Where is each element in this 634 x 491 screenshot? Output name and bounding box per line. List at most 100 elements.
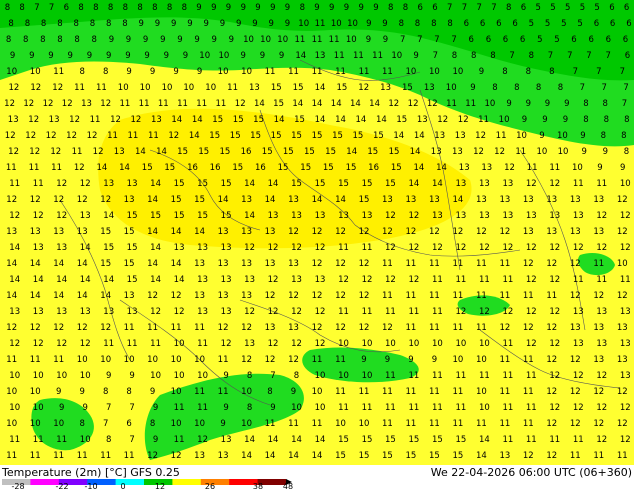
temperature-value: 13 — [30, 227, 41, 237]
temperature-value: 7 — [106, 403, 111, 413]
temperature-value: 11 — [502, 403, 513, 413]
temperature-value: 6 — [503, 35, 508, 45]
temperature-value: 10 — [171, 419, 182, 429]
temperature-value: 14 — [77, 259, 88, 269]
temperature-value: 7 — [433, 51, 438, 61]
temperature-value: 6 — [417, 3, 422, 13]
temperature-value: 11 — [194, 323, 205, 333]
temperature-value: 9 — [223, 403, 228, 413]
temperature-value: 5 — [594, 3, 599, 13]
temperature-value: 11 — [288, 419, 299, 429]
temperature-value: 14 — [295, 51, 306, 61]
temperature-value: 13 — [56, 307, 67, 317]
temperature-value: 15 — [300, 163, 311, 173]
temperature-value: 8 — [152, 3, 157, 13]
temperature-value: 11 — [596, 275, 607, 285]
temperature-value: 12 — [288, 227, 299, 237]
temperature-value: 9 — [109, 35, 114, 45]
temperature-value: 10 — [80, 371, 91, 381]
temperature-field: 8877688888888999999989999988667777865555… — [0, 0, 634, 465]
temperature-value: 6 — [520, 35, 525, 45]
temperature-value: 15 — [221, 179, 232, 189]
temperature-value: 13 — [570, 227, 581, 237]
temperature-value: 12 — [620, 243, 631, 253]
temperature-value: 10 — [338, 339, 349, 349]
temperature-value: 9 — [79, 387, 84, 397]
temperature-value: 11 — [499, 291, 510, 301]
temperature-value: 14 — [96, 163, 107, 173]
temperature-value: 9 — [408, 355, 413, 365]
temperature-value: 8 — [122, 19, 127, 29]
temperature-value: 8 — [106, 19, 111, 29]
temperature-value: 6 — [588, 35, 593, 45]
temperature-value: 15 — [359, 195, 370, 205]
temperature-value: 12 — [358, 83, 369, 93]
temperature-value: 15 — [432, 435, 443, 445]
temperature-value: 8 — [431, 19, 436, 29]
temperature-value: 12 — [405, 227, 416, 237]
temperature-value: 12 — [546, 419, 557, 429]
temperature-value: 14 — [413, 163, 424, 173]
temperature-value: 15 — [197, 211, 208, 221]
temperature-value: 15 — [315, 179, 326, 189]
temperature-value: 14 — [315, 435, 326, 445]
temperature-value: 7 — [509, 51, 514, 61]
temperature-value: 11 — [174, 403, 185, 413]
temperature-value: 11 — [77, 451, 88, 461]
temperature-value: 14 — [77, 291, 88, 301]
temperature-value: 10 — [241, 419, 252, 429]
temperature-value: 15 — [408, 435, 419, 445]
temperature-value: 11 — [617, 451, 628, 461]
temperature-value: 11 — [127, 339, 138, 349]
temperature-value: 15 — [455, 435, 466, 445]
temperature-value: 7 — [476, 3, 481, 13]
temperature-value: 12 — [549, 403, 560, 413]
temperature-value: 12 — [620, 435, 631, 445]
temperature-value: 11 — [499, 387, 510, 397]
temperature-value: 12 — [9, 211, 20, 221]
temperature-value: 7 — [586, 51, 591, 61]
temperature-value: 12 — [526, 339, 537, 349]
temperature-value: 13 — [546, 227, 557, 237]
temperature-value: 14 — [410, 147, 421, 157]
temperature-value: 12 — [221, 339, 232, 349]
temperature-value: 9 — [129, 371, 134, 381]
temperature-value: 8 — [526, 67, 531, 77]
temperature-value: 8 — [103, 67, 108, 77]
temperature-value: 11 — [476, 291, 487, 301]
temperature-value: 15 — [273, 99, 284, 109]
temperature-value: 10 — [33, 403, 44, 413]
temperature-value: 12 — [312, 259, 323, 269]
temperature-value: 12 — [33, 211, 44, 221]
temperature-value: 11 — [197, 339, 208, 349]
temperature-value: 14 — [335, 195, 346, 205]
temperature-value: 12 — [338, 275, 349, 285]
temperature-value: 12 — [147, 451, 158, 461]
temperature-value: 9 — [164, 51, 169, 61]
temperature-value: 11 — [353, 51, 364, 61]
temperature-value: 14 — [147, 227, 158, 237]
temperature-value: 9 — [153, 403, 158, 413]
temperature-value: 12 — [80, 339, 91, 349]
temperature-value: 9 — [155, 19, 160, 29]
temperature-value: 14 — [150, 275, 161, 285]
temperature-value: 12 — [33, 339, 44, 349]
temperature-value: 12 — [479, 243, 490, 253]
temperature-value: 10 — [476, 387, 487, 397]
temperature-value: 10 — [243, 35, 254, 45]
temperature-value: 14 — [288, 451, 299, 461]
temperature-value: 10 — [174, 339, 185, 349]
temperature-value: 15 — [294, 115, 305, 125]
temperature-value: 11 — [408, 403, 419, 413]
color-scale-bar — [2, 479, 292, 485]
temperature-value: 10 — [77, 355, 88, 365]
temperature-value: 11 — [119, 99, 130, 109]
temperature-value: 11 — [53, 451, 64, 461]
temperature-value: 12 — [52, 83, 63, 93]
temperature-value: 11 — [90, 115, 101, 125]
temperature-value: 12 — [87, 131, 98, 141]
temperature-value: 14 — [33, 275, 44, 285]
temperature-value: 12 — [4, 99, 15, 109]
temperature-value: 8 — [41, 19, 46, 29]
temperature-value: 13 — [291, 211, 302, 221]
